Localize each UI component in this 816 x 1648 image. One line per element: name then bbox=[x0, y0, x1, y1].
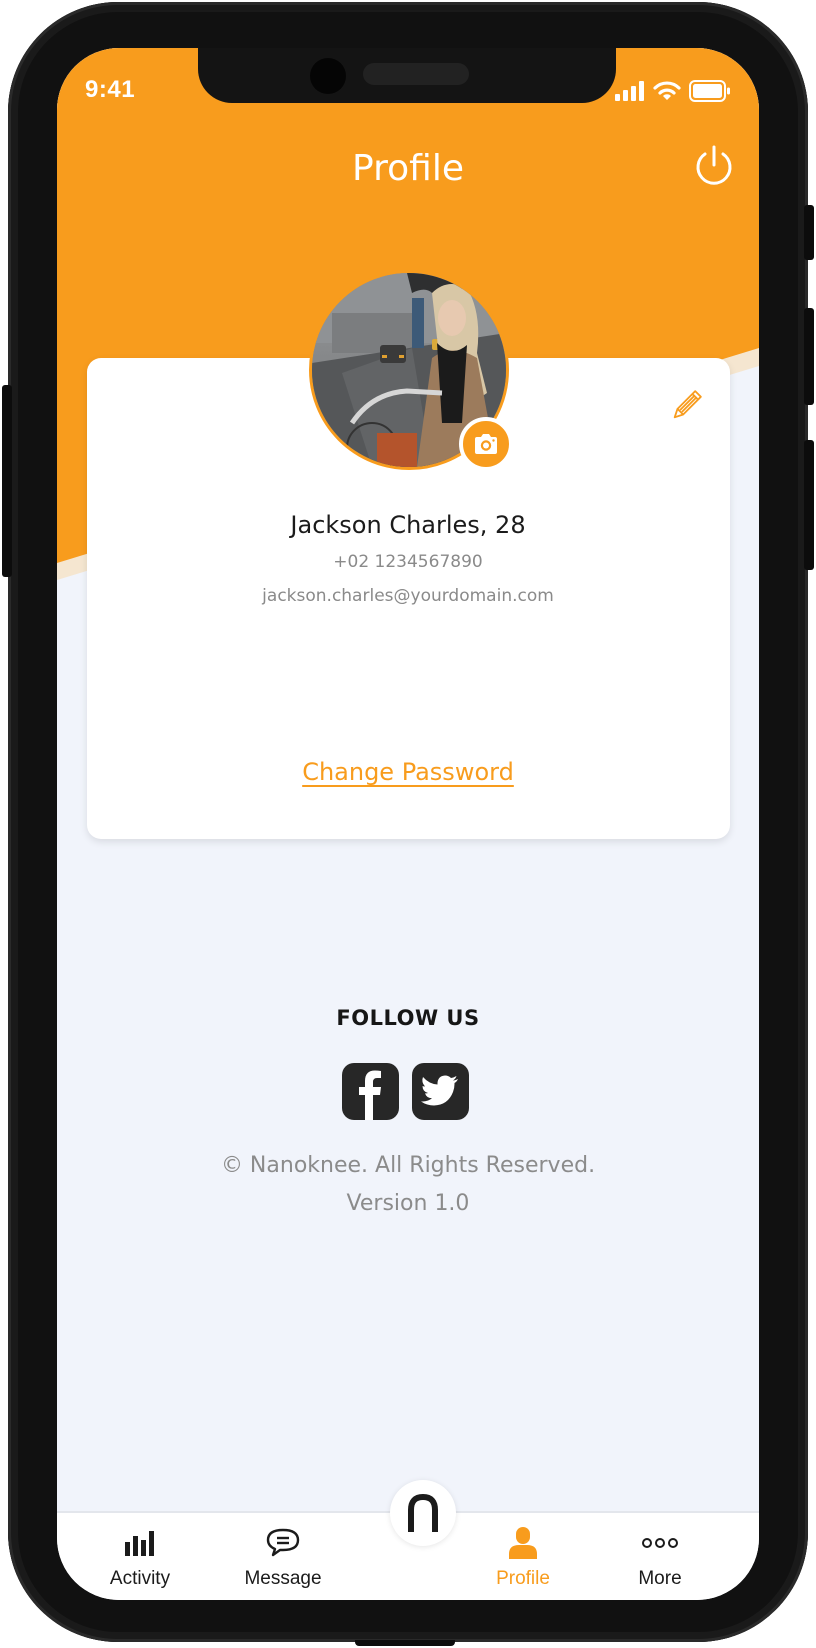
power-icon bbox=[696, 145, 732, 185]
tab-label: Activity bbox=[109, 1568, 171, 1589]
nanoknee-logo-icon bbox=[408, 1494, 438, 1532]
side-button-1 bbox=[804, 205, 814, 260]
camera-icon bbox=[475, 434, 497, 454]
user-name: Jackson Charles, 28 bbox=[290, 511, 526, 539]
volume-button bbox=[2, 385, 12, 577]
edit-profile-button[interactable] bbox=[668, 388, 704, 424]
side-button-2 bbox=[804, 308, 814, 405]
facebook-icon bbox=[359, 1070, 381, 1120]
tab-message[interactable]: Message bbox=[223, 1513, 343, 1600]
page-title: Profile bbox=[352, 148, 464, 189]
tab-label: Message bbox=[244, 1568, 322, 1589]
facebook-button[interactable] bbox=[342, 1063, 399, 1120]
avatar-container bbox=[309, 270, 513, 471]
speaker-grille bbox=[363, 63, 469, 85]
wifi-icon bbox=[653, 81, 681, 106]
user-phone: +02 1234567890 bbox=[333, 552, 483, 572]
front-camera bbox=[310, 58, 346, 94]
power-button[interactable] bbox=[691, 144, 737, 190]
twitter-button[interactable] bbox=[412, 1063, 469, 1120]
twitter-icon bbox=[421, 1075, 458, 1106]
pencil-icon bbox=[673, 390, 702, 419]
screen: 9:41 Profile Jackson Charles, 28 +02 123… bbox=[57, 48, 759, 1600]
signal-icon bbox=[615, 81, 645, 106]
social-links bbox=[342, 1063, 469, 1120]
notch bbox=[198, 48, 616, 103]
user-email: jackson.charles@yourdomain.com bbox=[262, 586, 554, 606]
bottom-port bbox=[355, 1640, 455, 1646]
tab-label: More bbox=[638, 1568, 682, 1589]
status-icons bbox=[615, 80, 731, 107]
bar-chart-icon bbox=[125, 1531, 154, 1556]
tab-profile[interactable]: Profile bbox=[463, 1513, 583, 1600]
change-photo-button[interactable] bbox=[459, 417, 513, 471]
version-text: Version 1.0 bbox=[346, 1191, 470, 1216]
side-button-3 bbox=[804, 440, 814, 570]
follow-us-title: FOLLOW US bbox=[336, 1006, 480, 1030]
change-password-link[interactable]: Change Password bbox=[302, 758, 514, 786]
center-home-button[interactable] bbox=[390, 1480, 456, 1546]
user-icon bbox=[509, 1527, 537, 1559]
chat-bubble-icon bbox=[266, 1528, 300, 1557]
tab-label: Profile bbox=[496, 1568, 550, 1589]
battery-icon bbox=[689, 80, 731, 107]
copyright-text: © Nanoknee. All Rights Reserved. bbox=[220, 1153, 596, 1178]
tab-more[interactable]: More bbox=[600, 1513, 720, 1600]
change-password-container: Change Password bbox=[57, 758, 759, 786]
tab-activity[interactable]: Activity bbox=[80, 1513, 200, 1600]
more-dots-icon bbox=[642, 1538, 678, 1548]
status-time: 9:41 bbox=[85, 76, 136, 103]
